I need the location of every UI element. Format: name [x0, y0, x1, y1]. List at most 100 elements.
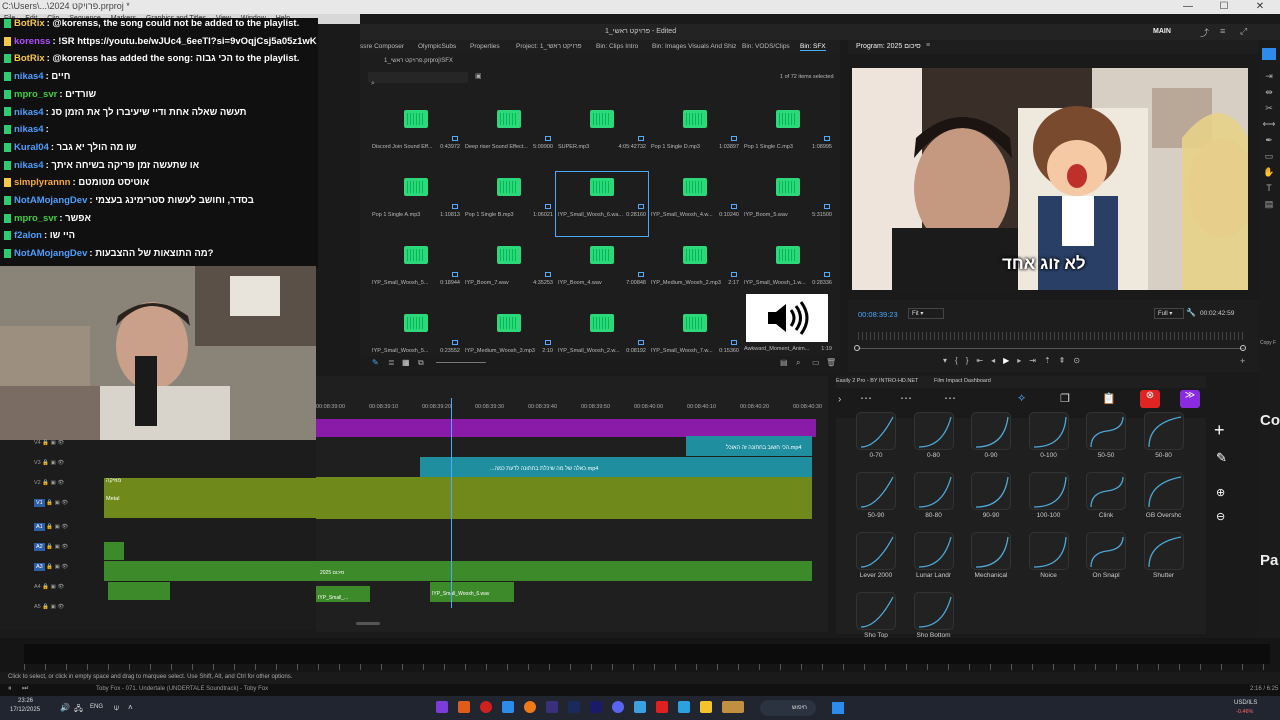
app-icon-7[interactable]	[568, 701, 580, 713]
easing-preset[interactable]: 50-80	[1143, 412, 1184, 462]
track-controls-icon[interactable]: 🔒 ▣ 👁	[41, 604, 64, 610]
keyframe-out-icon[interactable]: ⋯	[944, 391, 956, 405]
a2-music-clip[interactable]: 2025 סיכום	[316, 561, 812, 581]
export-frame-icon[interactable]: ⊙	[1073, 356, 1088, 365]
play-icon[interactable]: ▶	[1003, 356, 1017, 365]
fit-dropdown[interactable]: Fit ▾	[908, 308, 944, 319]
fx-tab-film-impact[interactable]: Film Impact Dashboard	[934, 378, 991, 384]
track-header[interactable]: A1 🔒 ▣ 👁	[4, 523, 104, 544]
easing-preset[interactable]: 0-70	[856, 412, 896, 462]
bin-item[interactable]: IYP_Small_Woosh_1.w... 0:28336	[744, 242, 832, 302]
discord-icon[interactable]	[612, 701, 624, 713]
keyframe-in-icon[interactable]: ⋯	[860, 391, 872, 405]
add-preset-icon[interactable]: +	[1214, 420, 1225, 441]
lift-icon[interactable]: ⇡	[1044, 356, 1059, 365]
go-to-in-icon[interactable]: ⇤	[976, 356, 991, 365]
easing-preset[interactable]: Shutter	[1143, 532, 1184, 582]
wrench-icon[interactable]: 🔧	[1186, 308, 1196, 317]
bin-item[interactable]: IYP_Medium_Woosh_2.mp3 2:17	[651, 242, 739, 302]
track-controls-icon[interactable]: 🔒 ▣ 👁	[41, 480, 64, 486]
pause-icon[interactable]: ⏸	[8, 685, 12, 693]
adjustment-layer-clip[interactable]	[316, 419, 816, 437]
volume-icon[interactable]: 🔊	[60, 703, 70, 712]
easing-preset[interactable]: 80-80	[913, 472, 954, 522]
delete-keyframes-icon[interactable]: ⊗	[1140, 390, 1160, 408]
paste-icon[interactable]: 📋	[1102, 392, 1116, 405]
panel-menu-icon[interactable]: ≡	[926, 42, 930, 49]
ease-icon[interactable]: ⟡	[1018, 392, 1025, 405]
app-icon-3[interactable]	[480, 701, 492, 713]
copy-icon[interactable]: ❐	[1060, 392, 1070, 405]
maximize-icon[interactable]: ☐	[1206, 0, 1242, 14]
hand-icon[interactable]: ✋	[1258, 164, 1280, 180]
language-indicator[interactable]: ENG	[90, 704, 103, 710]
zoom-out-icon[interactable]: ⊖	[1216, 510, 1225, 523]
app-icon-2[interactable]	[458, 701, 470, 713]
zoom-slider[interactable]	[436, 362, 486, 363]
app-icon-5[interactable]	[524, 701, 536, 713]
apply-icon[interactable]: ≫	[1180, 390, 1200, 408]
network-icon[interactable]: 🖧	[74, 703, 83, 717]
track-header[interactable]: V4 🔒 ▣ 👁	[4, 440, 104, 460]
new-bin-icon[interactable]: ▣	[475, 72, 482, 80]
a4b-sfx-clip[interactable]: IYP_Small_Woosh_6.wav	[430, 582, 514, 602]
extract-icon[interactable]: ⇞	[1059, 356, 1074, 365]
bin-item[interactable]: IYP_Boom_4.wav 7:00848	[558, 242, 646, 302]
track-header[interactable]: A5 🔒 ▣ 👁	[4, 604, 104, 624]
track-header[interactable]: A4 🔒 ▣ 👁	[4, 584, 104, 604]
keyframe-mid-icon[interactable]: ⋯	[900, 391, 912, 405]
track-header[interactable]: V3 🔒 ▣ 👁	[4, 460, 104, 480]
easing-preset[interactable]: Clink	[1086, 472, 1126, 522]
project-tab[interactable]: Bin: SFX	[800, 43, 826, 51]
out-point-icon[interactable]: }	[966, 356, 977, 365]
timeline-zoom-handle[interactable]	[356, 622, 380, 625]
easing-preset[interactable]: 0-90	[971, 412, 1011, 462]
windows-start-icon[interactable]	[832, 702, 844, 714]
search-box[interactable]: חיפוש	[760, 700, 816, 716]
easing-preset[interactable]: Noice	[1028, 532, 1069, 582]
tray-chevron-icon[interactable]: ˄	[128, 703, 133, 712]
rectangle-icon[interactable]: ▭	[1258, 148, 1280, 164]
freeform-view-icon[interactable]: ⧉	[418, 358, 424, 368]
project-tab[interactable]: Bin: Images Visuals And Shiz	[652, 43, 736, 50]
project-tab[interactable]: Properties	[470, 43, 500, 50]
premiere-icon[interactable]	[590, 701, 602, 713]
app-icon-1[interactable]	[436, 701, 448, 713]
track-header[interactable]: A2 🔒 ▣ 👁	[4, 543, 104, 564]
go-to-out-icon[interactable]: ⇥	[1029, 356, 1044, 365]
workspace-label[interactable]: MAIN	[1153, 28, 1171, 35]
scrubber-end-handle[interactable]	[1240, 345, 1246, 351]
list-view-icon[interactable]: ≣	[388, 358, 395, 367]
easing-preset[interactable]: Sho Top	[856, 592, 896, 642]
track-controls-icon[interactable]: 🔒 ▣ 👁	[41, 460, 64, 466]
bin-item[interactable]: IYP_Small_Woosh_6.wa... 0:28160	[555, 171, 649, 237]
bin-item[interactable]: IYP_Small_Woosh_5... 0:18944	[372, 242, 460, 302]
a4-sfx-clip[interactable]: IYP_Small_...	[316, 586, 370, 602]
a3-small-clip[interactable]	[104, 542, 124, 560]
easing-preset[interactable]: Mechanical	[971, 532, 1011, 582]
step-forward-icon[interactable]: ▸	[1017, 356, 1029, 365]
easing-preset[interactable]: 50-90	[856, 472, 896, 522]
bin-item[interactable]: Deep riser Sound Effect... 5:09900	[465, 106, 553, 166]
app-icon-11[interactable]	[656, 701, 668, 713]
app-icon-6[interactable]	[546, 701, 558, 713]
bin-item[interactable]: SUPER.mp3 4:05:42732	[558, 106, 646, 166]
find-icon[interactable]: ⌕	[796, 358, 800, 368]
track-controls-icon[interactable]: 🔒 ▣ 👁	[45, 544, 68, 550]
easing-preset[interactable]: Lever 2000	[856, 532, 896, 582]
easing-preset[interactable]: On Snapl	[1086, 532, 1126, 582]
v3-clip[interactable]: הכי חשוב בחתונה זה האוכל.mp4	[686, 436, 812, 456]
program-title[interactable]: Program: 2025 סיכום	[856, 43, 921, 50]
share-icon[interactable]: ⤴	[1200, 26, 1209, 39]
ripple-edit-icon[interactable]: ⇹	[1258, 84, 1280, 100]
track-controls-icon[interactable]: 🔒 ▣ 👁	[45, 564, 68, 570]
project-tab[interactable]: OlympicSubs	[418, 43, 456, 50]
track-controls-icon[interactable]: 🔒 ▣ 👁	[45, 500, 68, 506]
playhead[interactable]	[451, 398, 452, 608]
v1-clip-left[interactable]: מוזיקה Metal	[104, 478, 316, 518]
in-point-icon[interactable]: {	[955, 356, 966, 365]
bin-search-input[interactable]: ⌕	[368, 72, 468, 87]
v1-clip[interactable]	[316, 477, 812, 519]
track-header[interactable]: V2 🔒 ▣ 👁	[4, 480, 104, 500]
bin-item[interactable]: Discord Join Sound Eff... 0:43972	[372, 106, 460, 166]
